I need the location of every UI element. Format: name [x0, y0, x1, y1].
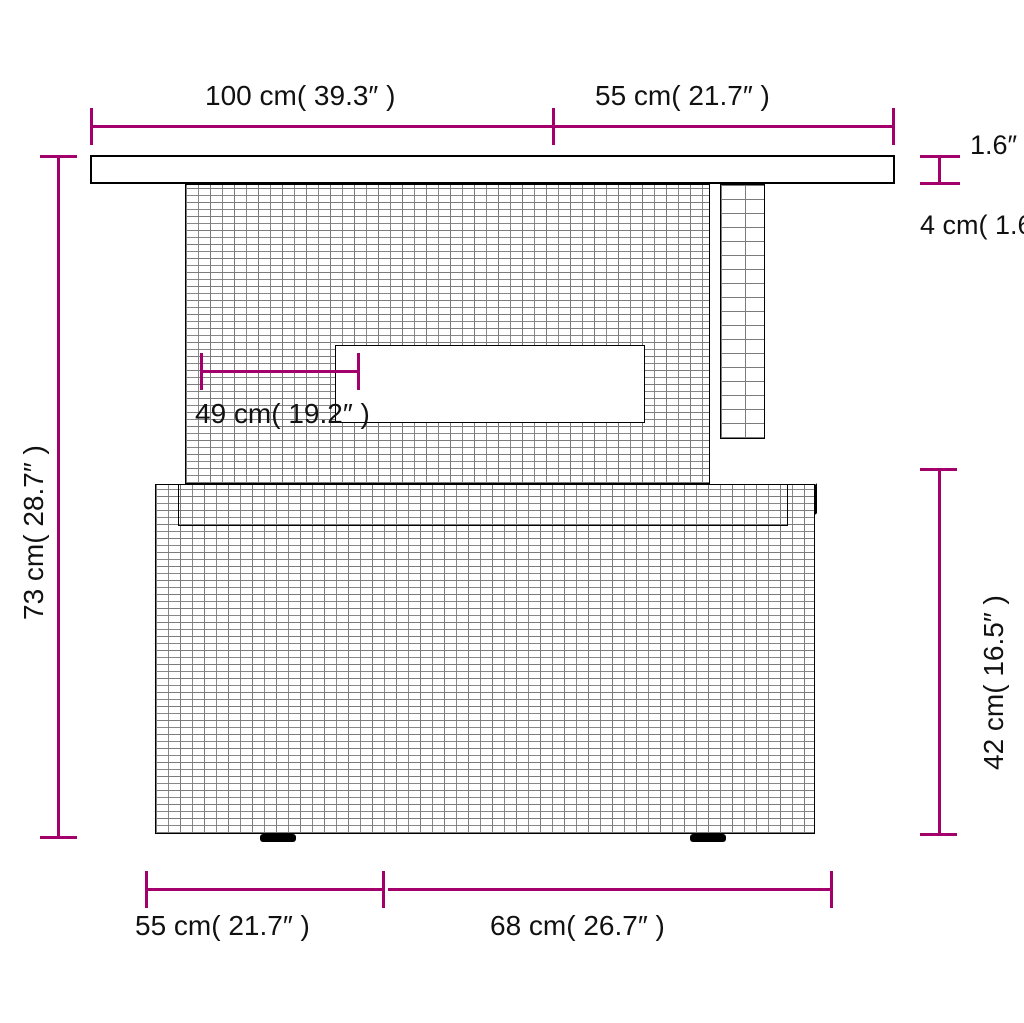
dimline-edge-thk	[938, 155, 941, 184]
dim-edge-thk-inch: 1.6″ )	[970, 130, 1024, 161]
dimline-base-h	[938, 468, 941, 836]
dimtick	[145, 871, 148, 908]
dimtick	[892, 108, 895, 145]
tabletop-left-edge	[90, 155, 92, 184]
dimtick	[920, 182, 960, 185]
dimtick	[920, 155, 960, 158]
base-side-line	[815, 483, 817, 514]
dimtick	[90, 108, 93, 145]
dim-base-w-label: 68 cm( 26.7″ )	[490, 910, 665, 942]
dim-top-depth-label: 55 cm( 21.7″ )	[595, 80, 770, 112]
dimtick	[200, 353, 203, 390]
dimtick	[920, 468, 957, 471]
tabletop-top-edge	[90, 155, 895, 157]
base-inner-lip	[178, 484, 788, 526]
dim-edge-thk-label: 4 cm( 1.6″ )	[920, 210, 1024, 241]
dim-shelf-label: 49 cm( 19.2″ )	[195, 398, 370, 430]
dimension-drawing: 100 cm( 39.3″ ) 55 cm( 21.7″ ) 4 cm( 1.6…	[0, 0, 1024, 1023]
dimtick	[40, 155, 77, 158]
foot-left	[260, 834, 296, 842]
shelf-opening	[335, 345, 645, 423]
dimline-top-width	[90, 125, 555, 128]
dim-base-h-label: 42 cm( 16.5″ )	[978, 595, 1010, 770]
dim-base-depth-label: 55 cm( 21.7″ )	[135, 910, 310, 942]
dimtick	[382, 871, 385, 908]
dimtick	[920, 833, 957, 836]
dim-height-label: 73 cm( 28.7″ )	[18, 445, 50, 620]
rear-upright	[720, 184, 765, 439]
foot-right	[690, 834, 726, 842]
dimtick	[830, 871, 833, 908]
dim-top-width-label: 100 cm( 39.3″ )	[205, 80, 395, 112]
upper-column-front	[185, 184, 710, 484]
base-front	[155, 484, 815, 834]
dimtick	[357, 353, 360, 390]
dimline-base-depth	[145, 888, 385, 891]
tabletop-right-edge	[893, 155, 895, 184]
dimline-top-depth	[555, 125, 895, 128]
dimline-base-w	[388, 888, 833, 891]
dimline-shelf	[200, 370, 360, 373]
dimline-height	[57, 155, 60, 839]
dimtick	[40, 836, 77, 839]
